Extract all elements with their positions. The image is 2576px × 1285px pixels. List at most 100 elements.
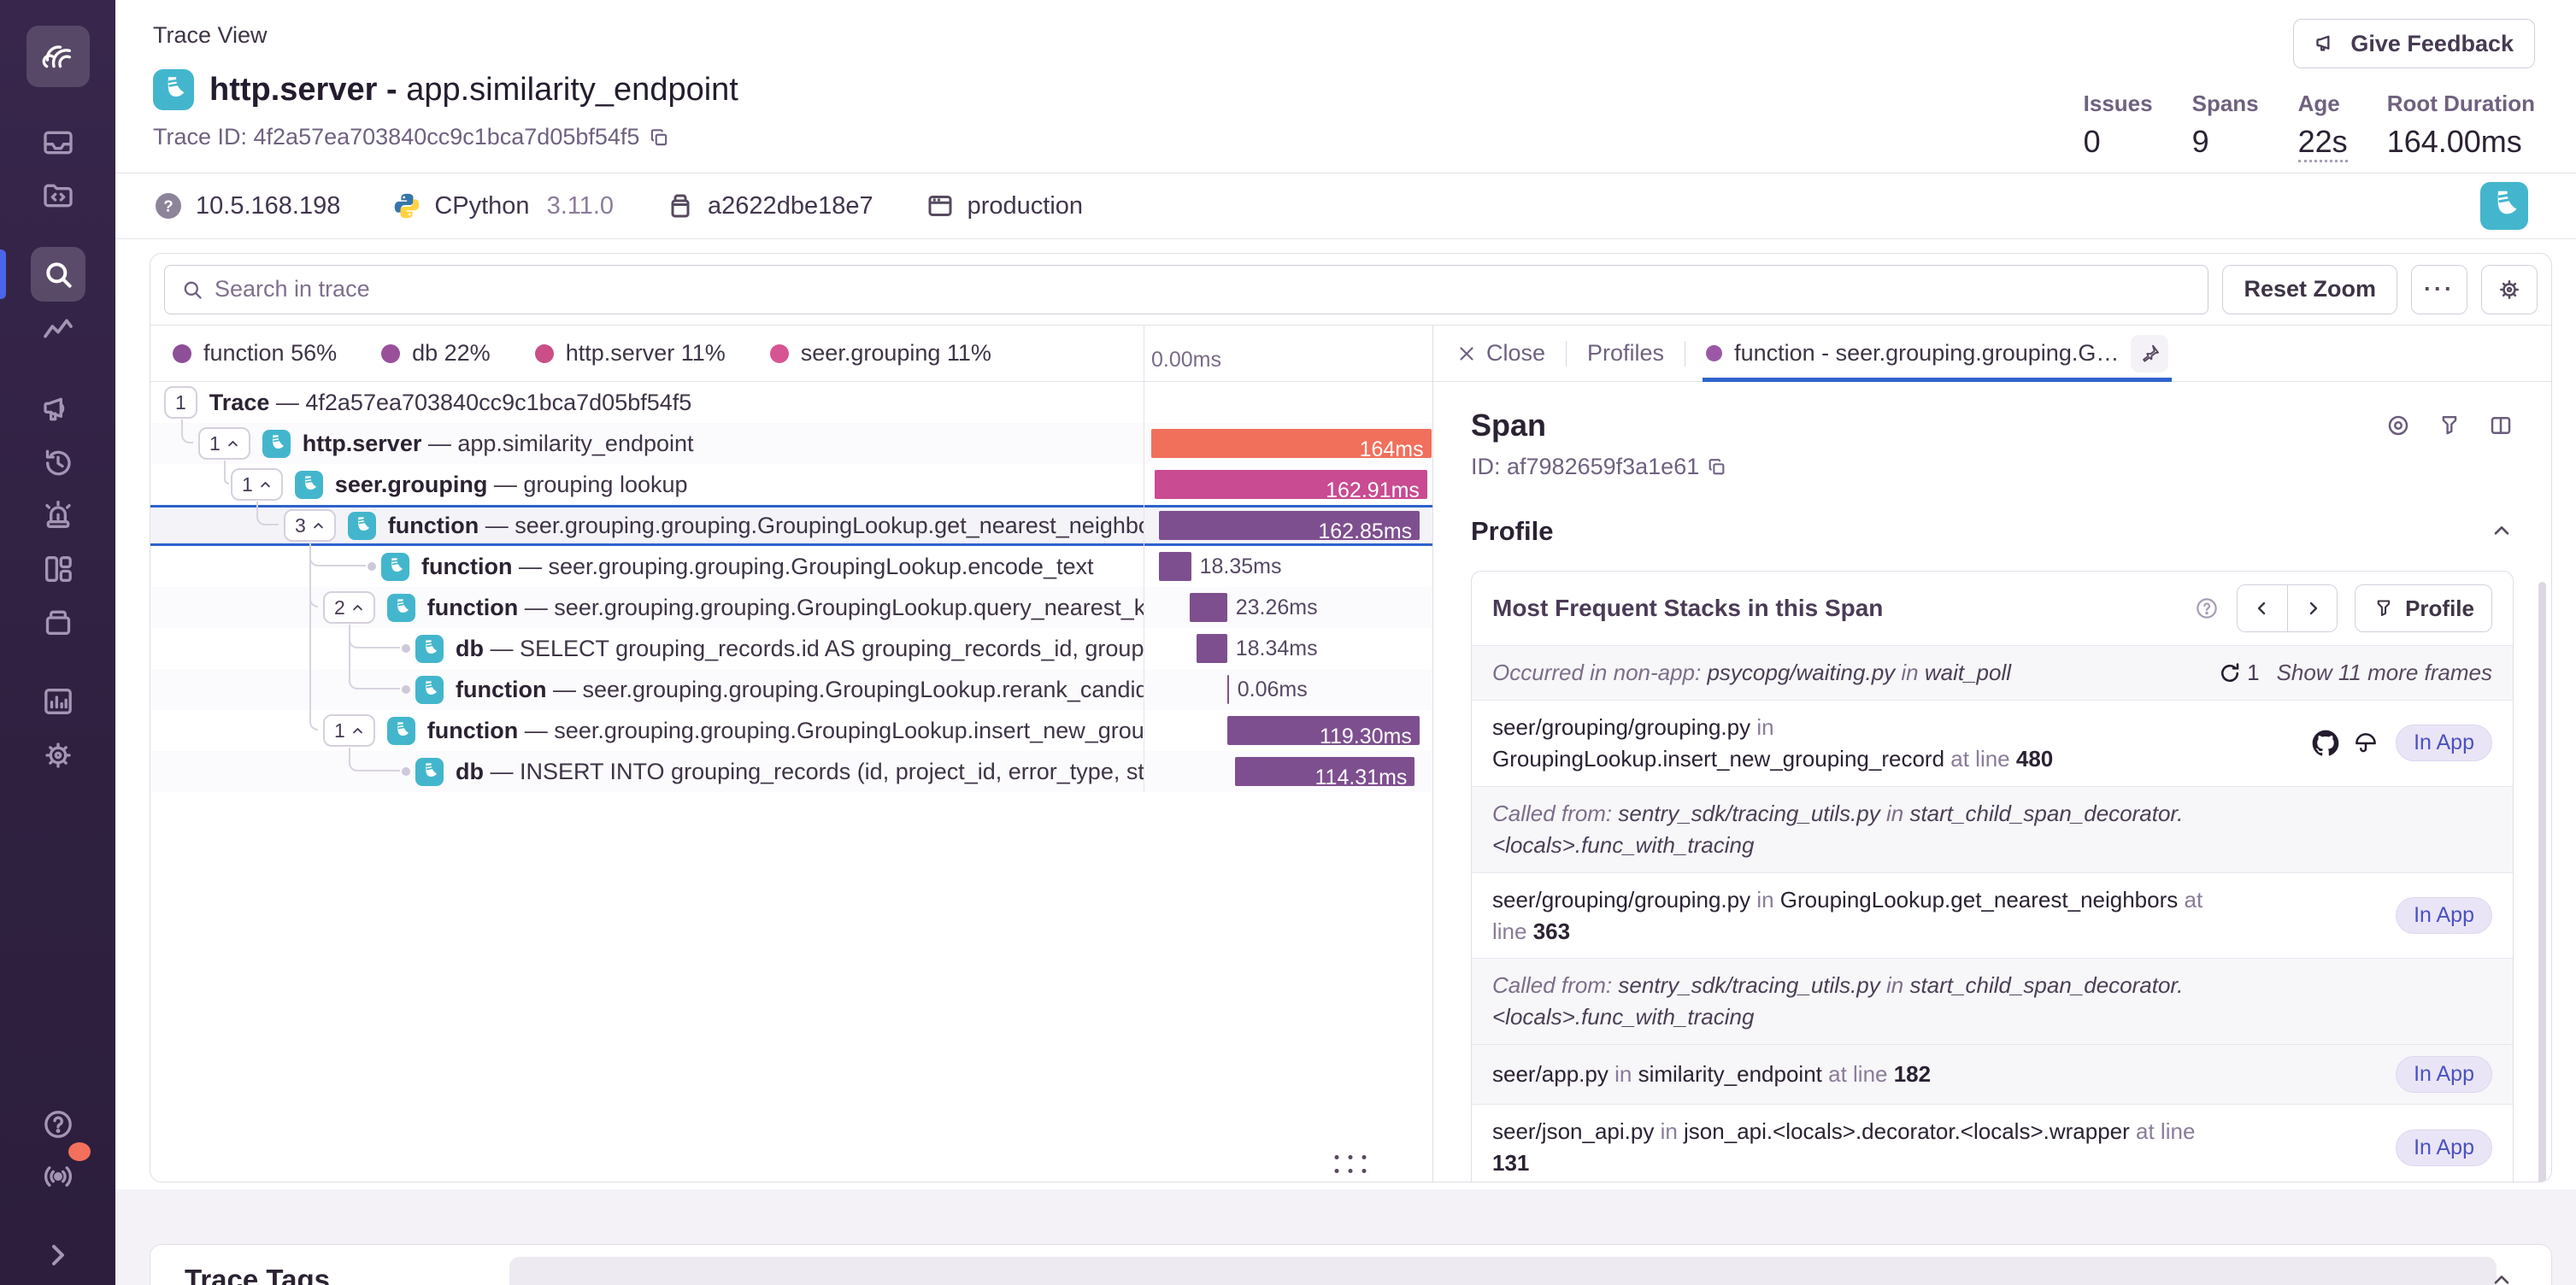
app-sidebar [0, 0, 115, 1285]
chevron-right-icon [2303, 598, 2323, 619]
tab-profiles[interactable]: Profiles [1587, 340, 1664, 367]
open-profile-button[interactable]: Profile [2355, 584, 2492, 632]
trace-tree-row[interactable]: db — SELECT grouping_records.id AS group… [150, 628, 1432, 669]
stack-frame-row[interactable]: seer/grouping/grouping.py in GroupingLoo… [1472, 700, 2513, 786]
trace-tree-row[interactable]: function — seer.grouping.grouping.Groupi… [150, 669, 1432, 710]
span-row-label-cell: function — seer.grouping.grouping.Groupi… [150, 546, 1144, 587]
sidebar-item-stats[interactable] [31, 674, 85, 729]
prev-stack-button[interactable] [2238, 585, 2287, 631]
duration-bar[interactable] [1227, 675, 1229, 704]
scrollbar-thumb[interactable] [2538, 582, 2546, 1182]
meta-environment[interactable]: production [925, 191, 1083, 221]
next-stack-button[interactable] [2287, 585, 2337, 631]
help-icon[interactable] [2194, 596, 2220, 621]
trace-tree-row[interactable]: 1Trace — 4f2a57ea703840cc9c1bca7d05bf54f… [150, 382, 1432, 423]
legend-label: http.server 11% [566, 340, 726, 367]
panel-resize-handle[interactable] [1334, 1155, 1367, 1175]
copy-icon[interactable] [1706, 456, 1727, 478]
span-count-chip[interactable]: 1 [323, 714, 375, 747]
duration-bar[interactable]: 114.31ms [1235, 757, 1415, 786]
duration-bar[interactable]: 162.91ms [1155, 470, 1427, 499]
timeline-origin-label: 0.00ms [1144, 326, 1432, 381]
sidebar-collapse-button[interactable] [31, 1228, 85, 1282]
split-view-icon[interactable] [2488, 413, 2514, 438]
sidebar-item-feedback[interactable] [31, 382, 85, 437]
span-count-chip[interactable]: 1 [198, 427, 250, 460]
chevron-left-icon [2252, 598, 2273, 619]
profile-funnel-icon[interactable] [2437, 413, 2462, 438]
span-count-chip[interactable]: 1 [164, 386, 197, 419]
search-bar [164, 265, 2208, 314]
ops-legend: function 56%db 22%http.server 11%seer.gr… [150, 326, 1144, 381]
more-options-button[interactable]: ··· [2411, 265, 2467, 314]
trace-tree-row[interactable]: 2function — seer.grouping.grouping.Group… [150, 587, 1432, 628]
meta-ip[interactable]: ? 10.5.168.198 [153, 191, 340, 221]
trace-tags-card: Trace Tags [150, 1244, 2552, 1285]
duration-bar[interactable]: 119.30ms [1227, 716, 1420, 745]
clock-rewind-icon [41, 446, 75, 480]
sidebar-item-search[interactable] [31, 247, 85, 302]
span-duration-cell [1144, 382, 1432, 423]
sidebar-item-whats-new[interactable] [31, 1149, 85, 1204]
span-tree: 1Trace — 4f2a57ea703840cc9c1bca7d05bf54f… [150, 382, 1432, 1182]
reset-zoom-button[interactable]: Reset Zoom [2222, 265, 2397, 314]
chevron-up-icon[interactable] [2490, 519, 2514, 543]
sidebar-item-releases[interactable] [31, 595, 85, 649]
span-id: ID: af7982659f3a1e61 [1471, 454, 1699, 480]
span-count-chip[interactable]: 1 [231, 468, 283, 501]
sidebar-item-alerts[interactable] [31, 489, 85, 543]
stack-frame-row[interactable]: Occurred in non-app: psycopg/waiting.py … [1472, 645, 2513, 700]
meta-release[interactable]: a2622dbe18e7 [665, 191, 873, 221]
sidebar-item-replays[interactable] [31, 436, 85, 490]
trace-tree-row[interactable]: db — INSERT INTO grouping_records (id, p… [150, 751, 1432, 792]
span-row-label: function — seer.grouping.grouping.Groupi… [421, 554, 1093, 580]
copy-icon[interactable] [648, 126, 670, 149]
duration-bar[interactable] [1190, 593, 1227, 622]
span-count-chip[interactable]: 2 [323, 591, 375, 624]
give-feedback-button[interactable]: Give Feedback [2293, 19, 2535, 68]
meta-environment-value: production [967, 192, 1083, 220]
stat-value[interactable]: 22s [2298, 124, 2348, 162]
sentry-logo[interactable] [26, 26, 90, 87]
pin-tab-button[interactable] [2131, 335, 2168, 373]
github-icon[interactable] [2312, 730, 2339, 757]
chevron-up-icon[interactable] [2490, 1269, 2514, 1285]
sidebar-item-explore[interactable] [31, 168, 85, 223]
stack-frame-row[interactable]: Called from: sentry_sdk/tracing_utils.py… [1472, 958, 2513, 1044]
folder-code-icon [41, 179, 75, 213]
sidebar-item-dashboards[interactable] [31, 542, 85, 596]
trace-tree-row[interactable]: 3function — seer.grouping.grouping.Group… [150, 505, 1432, 546]
trace-tree-row[interactable]: 1http.server — app.similarity_endpoint16… [150, 423, 1432, 464]
stacks-card-title: Most Frequent Stacks in this Span [1492, 595, 2177, 622]
stack-frame-text: seer/grouping/grouping.py in GroupingLoo… [1492, 884, 2227, 948]
duration-bar[interactable]: 164ms [1151, 429, 1432, 458]
profile-flamegraph-icon[interactable] [2353, 731, 2379, 756]
close-tab-button[interactable]: Close [1456, 340, 1545, 367]
stack-frame-row[interactable]: Called from: sentry_sdk/tracing_utils.py… [1472, 786, 2513, 872]
duration-label: 162.85ms [1318, 517, 1412, 546]
show-more-frames-link[interactable]: Show 11 more frames [2277, 660, 2492, 686]
trace-settings-button[interactable] [2481, 265, 2538, 314]
sidebar-item-issues[interactable] [31, 115, 85, 170]
span-count-chip[interactable]: 3 [284, 509, 336, 542]
profile-funnel-icon [2373, 597, 2395, 619]
stat-value: 0 [2084, 124, 2153, 160]
trace-tree-row[interactable]: 1seer.grouping — grouping lookup162.91ms [150, 464, 1432, 505]
focus-span-icon[interactable] [2385, 413, 2411, 438]
meta-runtime[interactable]: CPython 3.11.0 [391, 191, 614, 221]
stack-frame-row[interactable]: seer/json_api.py in json_api.<locals>.de… [1472, 1104, 2513, 1182]
span-op-icon [348, 512, 376, 540]
sidebar-item-settings[interactable] [31, 728, 85, 783]
search-input[interactable] [215, 276, 2192, 302]
trace-tree-row[interactable]: 1function — seer.grouping.grouping.Group… [150, 710, 1432, 751]
duration-bar[interactable] [1159, 552, 1191, 581]
tab-span-function[interactable]: function - seer.grouping.grouping.G… [1706, 326, 2168, 381]
inbox-icon [41, 126, 75, 160]
in-app-badge: In App [2396, 897, 2492, 934]
sidebar-item-insights[interactable] [31, 303, 85, 358]
duration-bar[interactable] [1197, 634, 1227, 663]
duration-bar[interactable]: 162.85ms [1159, 511, 1420, 540]
stack-frame-row[interactable]: seer/grouping/grouping.py in GroupingLoo… [1472, 872, 2513, 959]
trace-tree-row[interactable]: function — seer.grouping.grouping.Groupi… [150, 546, 1432, 587]
stack-frame-row[interactable]: seer/app.py in similarity_endpoint at li… [1472, 1044, 2513, 1104]
